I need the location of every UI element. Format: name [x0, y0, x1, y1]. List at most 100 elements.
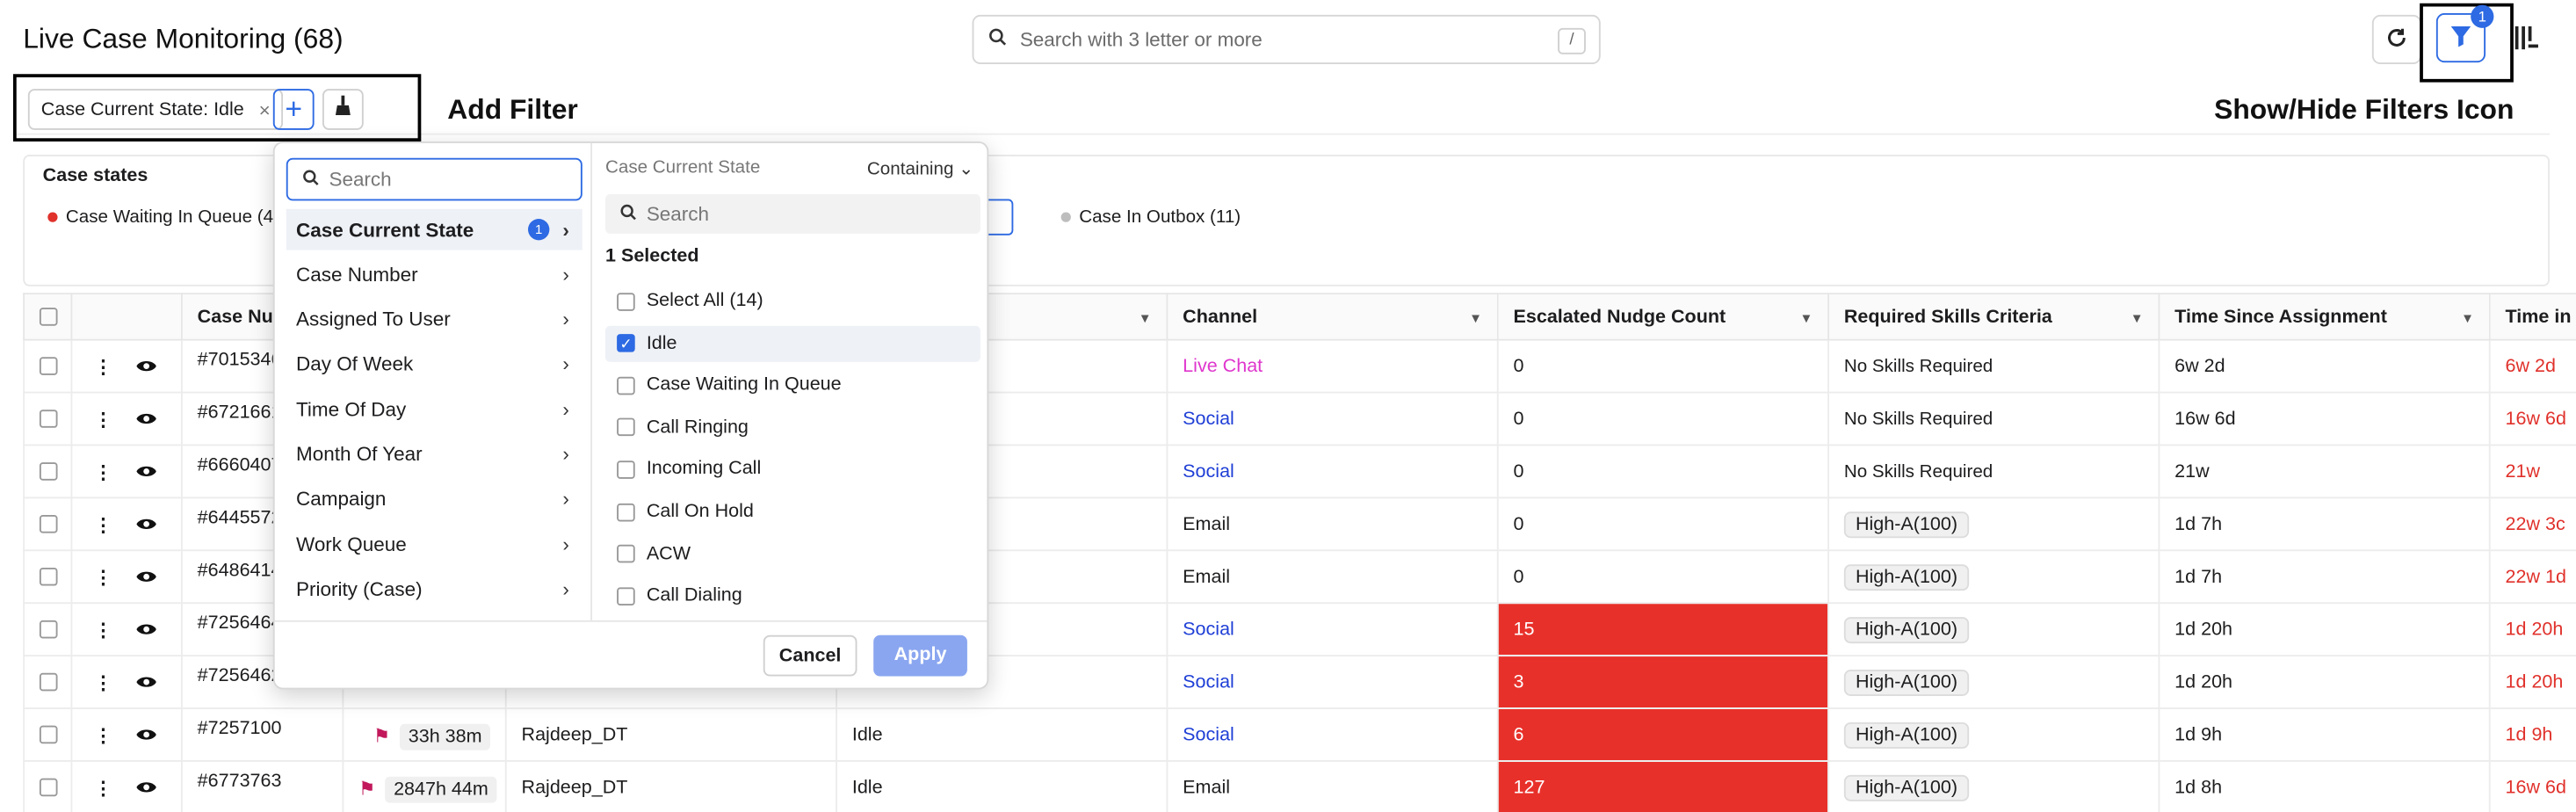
row-checkbox-cell[interactable]	[23, 760, 73, 812]
kebab-menu-icon[interactable]: ⋮	[94, 727, 113, 746]
filter-field-item[interactable]: Day Of Week ›	[286, 344, 582, 385]
checkbox[interactable]: ✓	[617, 334, 635, 352]
checkbox[interactable]	[39, 672, 58, 692]
filter-field-item[interactable]: Work Queue ›	[286, 524, 582, 565]
sort-caret-icon[interactable]: ▼	[1469, 311, 1482, 326]
kebab-menu-icon[interactable]: ⋮	[94, 569, 113, 588]
header-required-skills[interactable]: Required Skills Criteria ▼	[1827, 293, 2160, 341]
apply-button[interactable]: Apply	[873, 634, 967, 677]
header-channel[interactable]: Channel ▼	[1166, 293, 1499, 341]
checkbox[interactable]	[39, 357, 58, 375]
close-icon[interactable]: ×	[259, 98, 271, 120]
checkbox[interactable]	[617, 586, 635, 605]
checkbox[interactable]	[39, 620, 58, 639]
case-state-label: Case In Outbox (11)	[1079, 207, 1241, 228]
kebab-menu-icon[interactable]: ⋮	[94, 779, 113, 799]
field-search-input[interactable]: Search	[286, 157, 582, 201]
row-checkbox-cell[interactable]	[23, 391, 73, 446]
sort-caret-icon[interactable]: ▼	[2131, 311, 2144, 326]
refresh-button[interactable]	[2371, 14, 2422, 65]
value-search-input[interactable]: Search	[605, 193, 980, 234]
filter-value-option[interactable]: Select All (14)	[605, 283, 980, 319]
skills-cell: High-A(100)	[1827, 549, 2160, 605]
filter-value-option[interactable]: Call On Hold	[605, 494, 980, 530]
global-search-input[interactable]: Search with 3 letter or more /	[972, 14, 1601, 65]
show-hide-filters-button[interactable]: 1	[2435, 4, 2494, 63]
kebab-menu-icon[interactable]: ⋮	[94, 621, 113, 641]
table-row[interactable]: ⋮ #7257100 ⚑ 33h 38m Rajdeep_DT Idle Social 6 Hi…	[23, 707, 2576, 762]
filter-value-option[interactable]: Call Dialing	[605, 578, 980, 614]
time-since-assignment-cell: 1d 9h	[2158, 707, 2491, 762]
row-checkbox-cell[interactable]	[23, 338, 73, 394]
eye-icon[interactable]	[135, 727, 156, 746]
kebab-menu-icon[interactable]: ⋮	[94, 410, 113, 430]
row-actions-cell: ⋮	[70, 497, 183, 552]
checkbox[interactable]	[617, 376, 635, 395]
eye-icon[interactable]	[135, 410, 156, 430]
eye-icon[interactable]	[135, 621, 156, 641]
sort-caret-icon[interactable]: ▼	[1799, 311, 1813, 326]
filter-field-item[interactable]: Case Current State 1 ›	[286, 208, 582, 250]
eye-icon[interactable]	[135, 516, 156, 535]
checkbox[interactable]	[39, 567, 58, 586]
filter-chip-case-state[interactable]: Case Current State: Idle ×	[27, 89, 284, 130]
sort-caret-icon[interactable]: ▼	[1139, 311, 1152, 326]
header-escalated-nudge-count[interactable]: Escalated Nudge Count ▼	[1496, 293, 1829, 341]
checkbox[interactable]	[617, 292, 635, 310]
clear-filters-button[interactable]	[322, 89, 364, 130]
checkbox[interactable]	[39, 778, 58, 797]
eye-icon[interactable]	[135, 674, 156, 693]
filter-field-item[interactable]: Campaign ›	[286, 478, 582, 519]
add-filter-button[interactable]: +	[272, 89, 315, 130]
kebab-menu-icon[interactable]: ⋮	[94, 516, 113, 535]
table-row[interactable]: ⋮ #6773763 ⚑ 2847h 44m Rajdeep_DT Idle Email 12…	[23, 760, 2576, 812]
time-since-assignment-cell: 16w 6d	[2158, 391, 2491, 446]
eye-icon[interactable]	[135, 463, 156, 482]
row-checkbox-cell[interactable]	[23, 444, 73, 499]
filter-value-option[interactable]: ACW	[605, 536, 980, 572]
checkbox[interactable]	[39, 410, 58, 428]
filter-value-option[interactable]: Call Ringing	[605, 410, 980, 446]
filter-field-item[interactable]: Time Of Day ›	[286, 388, 582, 430]
row-checkbox-cell[interactable]	[23, 707, 73, 762]
checkbox[interactable]	[617, 544, 635, 563]
eye-icon[interactable]	[135, 779, 156, 799]
checkbox[interactable]	[39, 462, 58, 481]
match-mode-select[interactable]: Containing ⌄	[867, 158, 973, 179]
filter-value-option[interactable]: ✓ Idle	[605, 324, 980, 362]
select-all-checkbox-cell[interactable]	[23, 293, 73, 341]
row-checkbox-cell[interactable]	[23, 497, 73, 552]
filter-field-item[interactable]: Case Number ›	[286, 254, 582, 295]
case-number-cell[interactable]: #6773763	[180, 760, 344, 812]
filter-icon	[2449, 24, 2472, 52]
kebab-menu-icon[interactable]: ⋮	[94, 674, 113, 693]
filter-field-item[interactable]: Priority (Case) ›	[286, 569, 582, 610]
case-number-cell[interactable]: #7257100	[180, 707, 344, 762]
columns-icon[interactable]	[2514, 23, 2540, 53]
checkbox[interactable]	[39, 725, 58, 744]
checkbox[interactable]	[617, 418, 635, 437]
eye-icon[interactable]	[135, 358, 156, 377]
checkbox[interactable]	[617, 502, 635, 521]
checkbox[interactable]	[39, 308, 58, 326]
cancel-button[interactable]: Cancel	[763, 634, 857, 677]
filter-field-item[interactable]: Month Of Year ›	[286, 433, 582, 475]
header-time-since-assignment[interactable]: Time Since Assignment ▼	[2158, 293, 2491, 341]
sort-caret-icon[interactable]: ▼	[2461, 311, 2474, 326]
filter-field-list: Search Case Current State 1 › Case Number › A…	[275, 142, 593, 620]
row-checkbox-cell[interactable]	[23, 655, 73, 709]
filter-value-option[interactable]: Case Waiting In Queue	[605, 367, 980, 403]
status-dot	[1060, 212, 1071, 222]
case-state-item[interactable]: Case Waiting In Queue (44	[47, 207, 284, 227]
checkbox[interactable]	[617, 460, 635, 479]
kebab-menu-icon[interactable]: ⋮	[94, 463, 113, 482]
filter-value-option[interactable]: Incoming Call	[605, 452, 980, 488]
kebab-menu-icon[interactable]: ⋮	[94, 358, 113, 377]
checkbox[interactable]	[39, 514, 58, 533]
row-checkbox-cell[interactable]	[23, 602, 73, 657]
case-state-item[interactable]: Case In Outbox (11)	[1060, 207, 1241, 228]
row-checkbox-cell[interactable]	[23, 549, 73, 605]
header-time-in[interactable]: Time in	[2488, 293, 2576, 341]
filter-field-item[interactable]: Assigned To User ›	[286, 299, 582, 340]
eye-icon[interactable]	[135, 569, 156, 588]
